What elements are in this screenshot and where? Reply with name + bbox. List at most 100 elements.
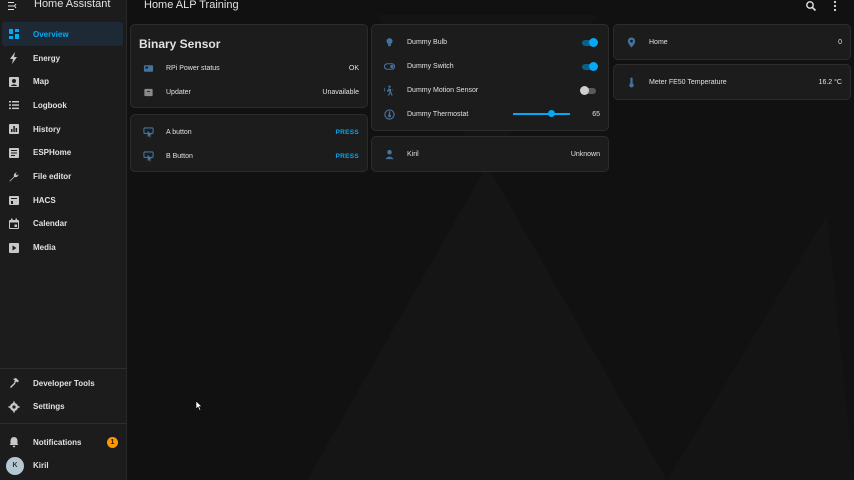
sidebar-item-history[interactable]: History (0, 117, 127, 141)
entity-state: Unknown (570, 150, 600, 158)
binary-sensor-card: Binary Sensor RPi Power status OK Update… (130, 24, 368, 108)
gear-icon (8, 401, 20, 413)
sidebar-item-logbook[interactable]: Logbook (0, 93, 127, 117)
dummy-devices-card: Dummy Bulb Dummy Switch Dummy Motion Sen… (371, 24, 609, 131)
raspberry-pi-icon (142, 62, 154, 74)
chart-box-icon (8, 123, 20, 135)
sidebar-item-esphome[interactable]: ESPHome (0, 141, 127, 165)
entity-name: Dummy Bulb (407, 38, 448, 46)
motion-sensor-icon (383, 84, 395, 96)
sidebar-item-label: Settings (33, 402, 65, 412)
press-button[interactable]: PRESS (335, 153, 359, 160)
calendar-icon (8, 218, 20, 230)
entity-row-updater[interactable]: Updater Unavailable (131, 81, 367, 103)
entity-row-meter-temperature[interactable]: Meter FE50 Temperature 16.2 °C (614, 71, 850, 93)
sidebar-item-label: History (33, 124, 61, 134)
sidebar-item-settings[interactable]: Settings (0, 395, 127, 419)
mouse-cursor-icon (196, 401, 203, 411)
page-title: Home ALP Training (144, 0, 239, 11)
sidebar-item-map[interactable]: Map (0, 70, 127, 94)
entity-name: Dummy Switch (407, 62, 454, 70)
entity-row-a-button: A button PRESS (131, 121, 367, 143)
sidebar-item-label: HACS (33, 195, 56, 205)
sidebar-item-label: Logbook (33, 100, 67, 110)
card-title: Binary Sensor (139, 37, 221, 51)
zone-card: Home 0 (613, 24, 851, 60)
entity-name: Kiril (407, 150, 419, 158)
entity-state: 16.2 °C (818, 78, 842, 86)
sidebar-item-label: Kiril (33, 461, 49, 471)
sidebar-item-label: File editor (33, 172, 72, 182)
sidebar-item-notifications[interactable]: Notifications 1 (0, 430, 127, 454)
sidebar-nav: Overview Energy Map Logbook History ESPH… (0, 22, 127, 259)
sidebar-item-calendar[interactable]: Calendar (0, 212, 127, 236)
entity-name: B Button (166, 152, 193, 160)
sidebar: Home Assistant Overview Energy Map Logbo… (0, 0, 127, 480)
wrench-icon (8, 171, 20, 183)
thermostat-icon (383, 108, 395, 120)
person-card: Kiril Unknown (371, 136, 609, 172)
sidebar-item-file-editor[interactable]: File editor (0, 165, 127, 189)
entity-name: A button (166, 128, 192, 136)
sidebar-bottom: Developer Tools Settings (0, 371, 127, 418)
avatar: K (6, 456, 24, 475)
entity-state: OK (348, 64, 359, 72)
sidebar-divider (0, 368, 127, 369)
lightning-bolt-icon (8, 52, 20, 64)
sidebar-item-developer-tools[interactable]: Developer Tools (0, 371, 127, 395)
entity-name: RPi Power status (166, 64, 220, 72)
account-box-icon (8, 76, 20, 88)
entity-row-rpi-power[interactable]: RPi Power status OK (131, 57, 367, 79)
top-bar: Home ALP Training (127, 0, 854, 15)
play-box-icon (8, 242, 20, 254)
sidebar-item-label: Map (33, 77, 49, 87)
press-button[interactable]: PRESS (335, 129, 359, 136)
search-icon[interactable] (805, 0, 817, 12)
sidebar-bottom-user: Notifications 1 K Kiril (0, 430, 127, 477)
entity-row-dummy-thermostat[interactable]: Dummy Thermostat 65 (372, 103, 608, 125)
gesture-tap-button-icon (142, 126, 154, 138)
entity-row-dummy-switch[interactable]: Dummy Switch (372, 55, 608, 77)
sidebar-item-label: Calendar (33, 219, 68, 229)
thermostat-slider-handle[interactable] (548, 110, 555, 117)
format-list-icon (8, 99, 20, 111)
gesture-tap-button-icon (142, 150, 154, 162)
sidebar-divider (0, 423, 127, 424)
entity-name: Meter FE50 Temperature (649, 78, 727, 86)
sidebar-item-label: Media (33, 243, 56, 253)
bell-icon (8, 436, 20, 448)
sidebar-item-label: Notifications (33, 437, 82, 447)
sidebar-item-energy[interactable]: Energy (0, 46, 127, 70)
entity-state: Unavailable (322, 88, 359, 96)
lightbulb-icon (383, 36, 395, 48)
hammer-icon (8, 377, 20, 389)
dummy-switch-toggle[interactable] (580, 61, 598, 71)
sidebar-item-user[interactable]: K Kiril (0, 454, 127, 478)
toggle-switch-icon (383, 60, 395, 72)
dots-vertical-icon[interactable] (829, 0, 841, 12)
package-icon (142, 86, 154, 98)
thermostat-slider-track[interactable] (513, 113, 570, 115)
dummy-motion-toggle[interactable] (580, 85, 598, 95)
entity-row-b-button: B Button PRESS (131, 145, 367, 167)
sidebar-item-media[interactable]: Media (0, 236, 127, 260)
entity-name: Dummy Thermostat (407, 110, 469, 118)
entity-row-kiril[interactable]: Kiril Unknown (372, 143, 608, 165)
entity-row-dummy-motion-sensor[interactable]: Dummy Motion Sensor (372, 79, 608, 101)
entity-name: Dummy Motion Sensor (407, 86, 479, 94)
sidebar-item-label: Developer Tools (33, 378, 95, 388)
sidebar-header: Home Assistant (0, 0, 126, 15)
entity-row-home[interactable]: Home 0 (614, 31, 850, 53)
entity-state: 0 (838, 38, 842, 46)
thermometer-icon (625, 76, 637, 88)
sidebar-item-label: Energy (33, 53, 61, 63)
entity-row-dummy-bulb[interactable]: Dummy Bulb (372, 31, 608, 53)
app-title: Home Assistant (34, 0, 111, 10)
sidebar-item-overview[interactable]: Overview (2, 22, 123, 46)
temperature-card: Meter FE50 Temperature 16.2 °C (613, 64, 851, 100)
esphome-icon (8, 147, 20, 159)
sidebar-item-hacs[interactable]: HACS (0, 188, 127, 212)
sidebar-item-label: ESPHome (33, 148, 72, 158)
menu-open-icon[interactable] (8, 1, 18, 11)
dummy-bulb-toggle[interactable] (580, 37, 598, 47)
